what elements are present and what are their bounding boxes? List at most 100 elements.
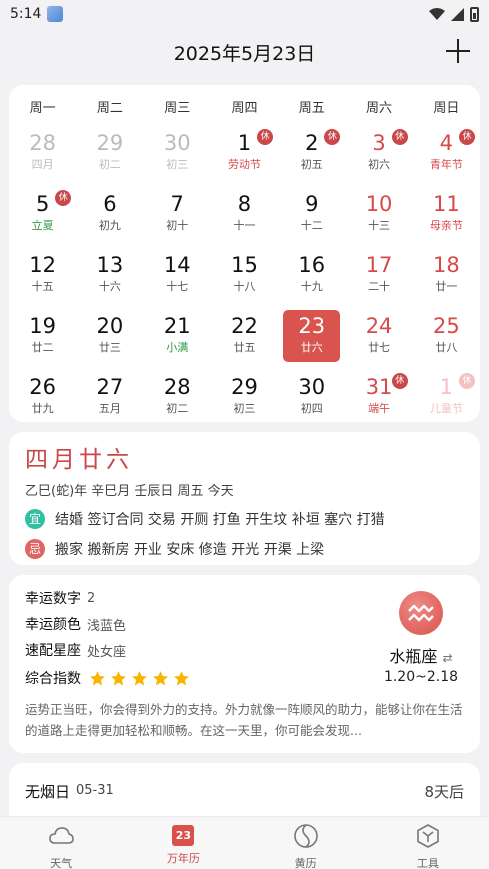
wifi-icon (429, 8, 445, 20)
calendar-day[interactable]: 22 廿五 (211, 310, 278, 371)
zodiac-name: 水瓶座 ⇄ (376, 643, 466, 667)
nav-calendar[interactable]: 23 万年历 (122, 817, 244, 869)
star-icon (153, 670, 168, 685)
calendar-day[interactable]: 5 立夏休 (9, 188, 76, 249)
page-title[interactable]: 2025年5月23日 (174, 39, 316, 66)
day-lunar-label: 二十 (368, 280, 391, 293)
day-number: 13 (96, 253, 124, 277)
calendar-day[interactable]: 26 廿九 (9, 371, 76, 432)
day-lunar-label: 十一 (233, 219, 256, 232)
day-lunar-label: 初三 (166, 158, 189, 171)
day-lunar-label: 十九 (300, 280, 323, 293)
zodiac-switcher[interactable]: 水瓶座 ⇄ 1.20~2.18 (376, 591, 466, 685)
lucky-number-label: 幸运数字 (25, 591, 81, 607)
calendar-day[interactable]: 14 十七 (144, 249, 211, 310)
calendar-day[interactable]: 6 初九 (76, 188, 143, 249)
event-name: 无烟日 (25, 783, 71, 801)
weekday-label: 周四 (231, 100, 258, 116)
day-lunar-label: 青年节 (429, 158, 463, 171)
calendar-day[interactable]: 1 儿童节休 (413, 371, 480, 432)
day-lunar-label: 廿三 (98, 341, 121, 354)
day-number: 7 (170, 192, 184, 216)
star-icon (174, 670, 189, 685)
nav-label: 黄历 (294, 857, 317, 869)
calendar-day[interactable]: 12 十五 (9, 249, 76, 310)
nav-label: 天气 (50, 857, 73, 869)
calendar-day[interactable]: 30 初四 (278, 371, 345, 432)
calendar-day[interactable]: 29 初三 (211, 371, 278, 432)
calendar-day[interactable]: 18 廿一 (413, 249, 480, 310)
yinyang-icon (293, 824, 318, 848)
day-number: 14 (163, 253, 191, 277)
calendar-day[interactable]: 2 初五休 (278, 127, 345, 188)
calendar-day[interactable]: 9 十二 (278, 188, 345, 249)
day-number: 19 (29, 314, 56, 338)
day-lunar-label: 劳动节 (227, 158, 261, 171)
horoscope-description: 运势正当旺，你会得到外力的支持。外力就像一阵顺风的助力，能够让你在生活的道路上走… (25, 702, 463, 738)
calendar-day[interactable]: 19 廿二 (9, 310, 76, 371)
weekday-label: 周三 (164, 100, 191, 116)
calendar-day[interactable]: 28 四月 (9, 127, 76, 188)
day-lunar-label: 初二 (166, 402, 189, 415)
zodiac-name-text: 水瓶座 (389, 647, 438, 666)
weekday-header: 周一 周二 周三 周四 周五 周六 周日 (9, 85, 480, 127)
status-icons (429, 6, 479, 22)
status-time: 5:14 (10, 6, 42, 22)
month-calendar: 周一 周二 周三 周四 周五 周六 周日 28 四月 29 初二 30 初三 1 劳动节休 2 初… (9, 85, 480, 422)
calendar-day[interactable]: 23 廿六 (278, 310, 345, 371)
calendar-day[interactable]: 10 十三 (345, 188, 412, 249)
calendar-day[interactable]: 15 十八 (211, 249, 278, 310)
day-lunar-label: 十三 (368, 219, 391, 232)
calendar-day[interactable]: 21 小满 (144, 310, 211, 371)
calendar-day[interactable]: 30 初三 (144, 127, 211, 188)
calendar-day[interactable]: 27 五月 (76, 371, 143, 432)
calendar-day[interactable]: 11 母亲节 (413, 188, 480, 249)
day-lunar-label: 廿七 (368, 341, 391, 354)
ji-badge: 忌 (25, 539, 45, 559)
calendar-day[interactable]: 7 初十 (144, 188, 211, 249)
day-grid: 28 四月 29 初二 30 初三 1 劳动节休 2 初五休 3 初六休 4 青年节休 5 立夏休 6 初九 7 初十… (9, 127, 480, 432)
calendar-day[interactable]: 13 十六 (76, 249, 143, 310)
add-icon[interactable] (445, 38, 471, 64)
calendar-day[interactable]: 1 劳动节休 (211, 127, 278, 188)
app-header: 2025年5月23日 (0, 30, 489, 74)
toolbox-icon (417, 824, 439, 848)
weekday-label: 周日 (433, 100, 460, 116)
calendar-day[interactable]: 16 十九 (278, 249, 345, 310)
day-number: 18 (432, 253, 460, 277)
calendar-day[interactable]: 4 青年节休 (413, 127, 480, 188)
day-number: 24 (365, 314, 393, 338)
nav-almanac[interactable]: 黄历 (245, 817, 367, 869)
battery-icon (470, 6, 479, 22)
almanac-card[interactable]: 四月廿六 乙巳(蛇)年 辛巳月 壬辰日 周五 今天 宜 结婚 签订合同 交易 开… (9, 432, 480, 565)
yi-row: 宜 结婚 签订合同 交易 开厕 打鱼 开生坟 补垣 塞穴 打猎 (25, 509, 464, 529)
yi-items: 结婚 签订合同 交易 开厕 打鱼 开生坟 补垣 塞穴 打猎 (55, 512, 385, 528)
nav-weather[interactable]: 天气 (0, 817, 122, 869)
calendar-day[interactable]: 29 初二 (76, 127, 143, 188)
holiday-badge: 休 (458, 129, 475, 145)
zodiac-range: 1.20~2.18 (383, 669, 459, 685)
weather-notification-icon (47, 6, 64, 22)
day-lunar-label: 初四 (300, 402, 323, 415)
day-lunar-label: 初五 (300, 158, 323, 171)
calendar-day[interactable]: 31 端午休 (345, 371, 412, 432)
bottom-navigation: 天气 23 万年历 黄历 工具 (0, 816, 489, 869)
horoscope-card[interactable]: 幸运数字 2 幸运颜色 浅蓝色 速配星座 处女座 综合指数 运势正当旺，你会得到… (9, 575, 480, 753)
swap-icon[interactable]: ⇄ (443, 651, 453, 665)
holiday-badge: 休 (391, 373, 408, 389)
ji-row: 忌 搬家 搬新房 开业 安床 修造 开光 开渠 上梁 (25, 539, 464, 559)
calendar-day[interactable]: 3 初六休 (345, 127, 412, 188)
day-lunar-label: 廿二 (31, 341, 54, 354)
calendar-day[interactable]: 20 廿三 (76, 310, 143, 371)
calendar-day[interactable]: 28 初二 (144, 371, 211, 432)
calendar-day[interactable]: 25 廿八 (413, 310, 480, 371)
day-number: 8 (237, 192, 252, 216)
nav-tools[interactable]: 工具 (367, 817, 489, 869)
star-rating (89, 670, 190, 687)
day-number: 29 (231, 375, 258, 399)
calendar-day[interactable]: 8 十一 (211, 188, 278, 249)
calendar-day[interactable]: 24 廿七 (345, 310, 412, 371)
calendar-icon: 23 (172, 825, 195, 846)
calendar-day[interactable]: 17 二十 (345, 249, 412, 310)
day-lunar-label: 廿五 (233, 341, 256, 354)
